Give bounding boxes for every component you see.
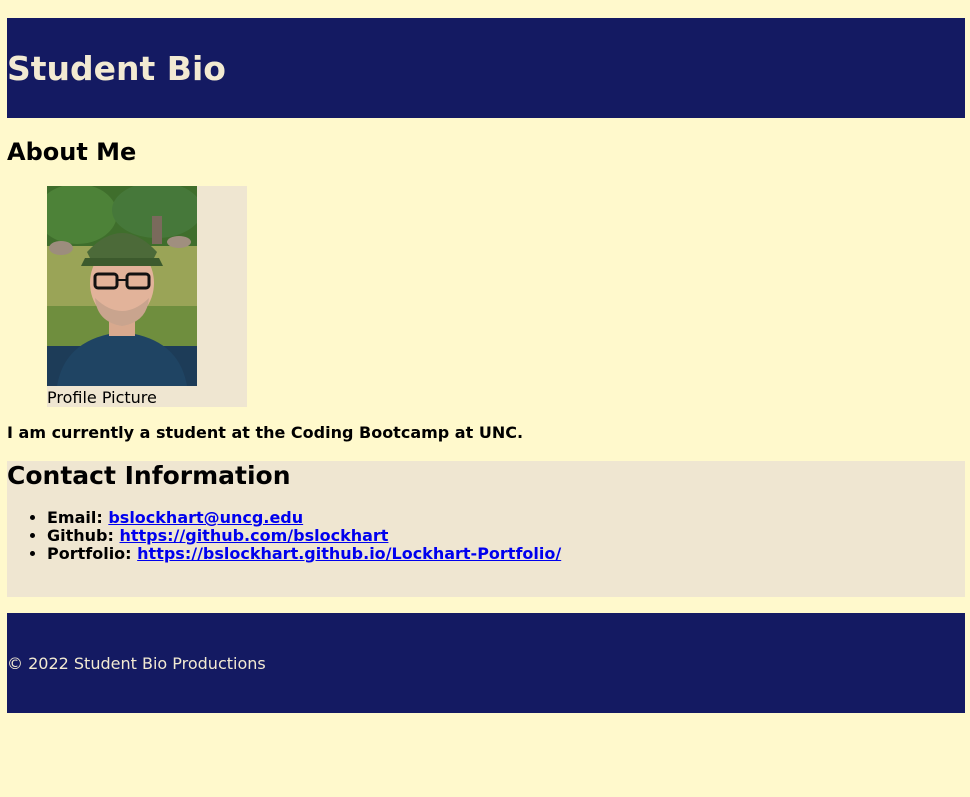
contact-item-email: Email: bslockhart@uncg.edu [47, 509, 561, 527]
contact-heading: Contact Information [7, 461, 291, 490]
bio-text: I am currently a student at the Coding B… [7, 423, 524, 442]
github-link[interactable]: https://github.com/bslockhart [119, 526, 388, 545]
contact-section: Contact Information Email: bslockhart@un… [7, 461, 965, 597]
site-title: Student Bio [7, 48, 226, 88]
about-me-heading: About Me [7, 138, 137, 166]
portfolio-link[interactable]: https://bslockhart.github.io/Lockhart-Po… [137, 544, 561, 563]
site-header: Student Bio [7, 18, 965, 118]
contact-label-github: Github: [47, 526, 114, 545]
profile-caption: Profile Picture [47, 388, 157, 407]
contact-item-portfolio: Portfolio: https://bslockhart.github.io/… [47, 545, 561, 563]
profile-photo [47, 186, 197, 386]
email-link[interactable]: bslockhart@uncg.edu [108, 508, 303, 527]
contact-list: Email: bslockhart@uncg.edu Github: https… [7, 509, 561, 563]
footer-text: © 2022 Student Bio Productions [7, 653, 266, 673]
contact-label-email: Email: [47, 508, 103, 527]
contact-label-portfolio: Portfolio: [47, 544, 132, 563]
site-footer: © 2022 Student Bio Productions [7, 613, 965, 713]
contact-item-github: Github: https://github.com/bslockhart [47, 527, 561, 545]
profile-figure: Profile Picture [47, 186, 247, 407]
